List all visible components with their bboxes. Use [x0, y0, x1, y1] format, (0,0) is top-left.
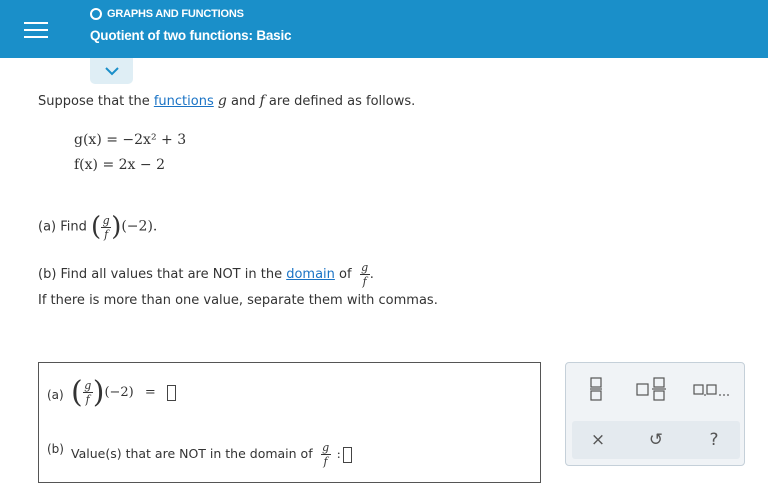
g-over-f-fraction: gf — [359, 261, 370, 288]
part-b-text-after: of — [334, 267, 352, 282]
domain-link[interactable]: domain — [286, 267, 335, 282]
topic-line: GRAPHS AND FUNCTIONS — [90, 8, 244, 20]
functions-link[interactable]: functions — [154, 94, 214, 109]
toolbar-actions: × ↺ ? — [572, 421, 740, 459]
topic-label: GRAPHS AND FUNCTIONS — [107, 8, 244, 20]
g-over-f-fraction: gf — [82, 379, 93, 406]
list-icon — [693, 384, 729, 396]
g-symbol: g — [217, 93, 227, 109]
intro-text-1: Suppose that the — [38, 94, 154, 109]
part-a-argument: (−2). — [121, 218, 158, 235]
math-toolbar: × ↺ ? — [565, 362, 745, 466]
answer-b-prompt: Value(s) that are NOT in the domain of g… — [71, 442, 352, 467]
menu-button[interactable] — [0, 0, 78, 58]
part-a-question: (a) Find (g f)(−2). — [38, 212, 158, 242]
answer-b-label: (b) — [47, 442, 64, 456]
intro-text-and: and — [226, 94, 260, 109]
g-over-f-fraction: gf — [101, 213, 112, 241]
fraction-button[interactable] — [584, 375, 608, 403]
help-button[interactable]: ? — [696, 425, 732, 455]
chevron-down-icon — [104, 66, 119, 75]
page-title: Quotient of two functions: Basic — [90, 28, 292, 43]
part-b-question: (b) Find all values that are NOT in the … — [38, 261, 374, 288]
header-bar: GRAPHS AND FUNCTIONS Quotient of two fun… — [0, 0, 768, 58]
list-button[interactable] — [692, 377, 738, 401]
undo-button[interactable]: ↺ — [638, 425, 674, 455]
fraction-icon — [590, 377, 602, 401]
clear-button[interactable]: × — [580, 425, 616, 455]
problem-intro: Suppose that the functions g and f are d… — [38, 93, 415, 109]
answer-b-input[interactable] — [342, 446, 352, 463]
part-a-prefix: (a) Find — [38, 219, 87, 235]
instruction-text: If there is more than one value, separat… — [38, 293, 438, 308]
intro-text-2: are defined as follows. — [264, 94, 416, 109]
mixed-number-icon — [636, 377, 666, 401]
f-definition: f(x) = 2x − 2 — [74, 157, 165, 173]
status-circle-icon — [90, 8, 102, 20]
hamburger-icon — [24, 20, 48, 38]
part-b-text: (b) Find all values that are NOT in the — [38, 267, 287, 282]
g-over-f-fraction: gf — [320, 441, 331, 468]
answer-a-expression: (g f)(−2) = — [71, 375, 176, 410]
mixed-number-button[interactable] — [632, 375, 672, 403]
answer-a-input[interactable] — [166, 384, 176, 401]
collapse-tab[interactable] — [90, 58, 133, 84]
answer-a-label: (a) — [47, 388, 64, 402]
g-definition: g(x) = −2x² + 3 — [74, 132, 187, 148]
answer-box: (a) (g f)(−2) = (b) Value(s) that are NOT… — [38, 362, 541, 483]
